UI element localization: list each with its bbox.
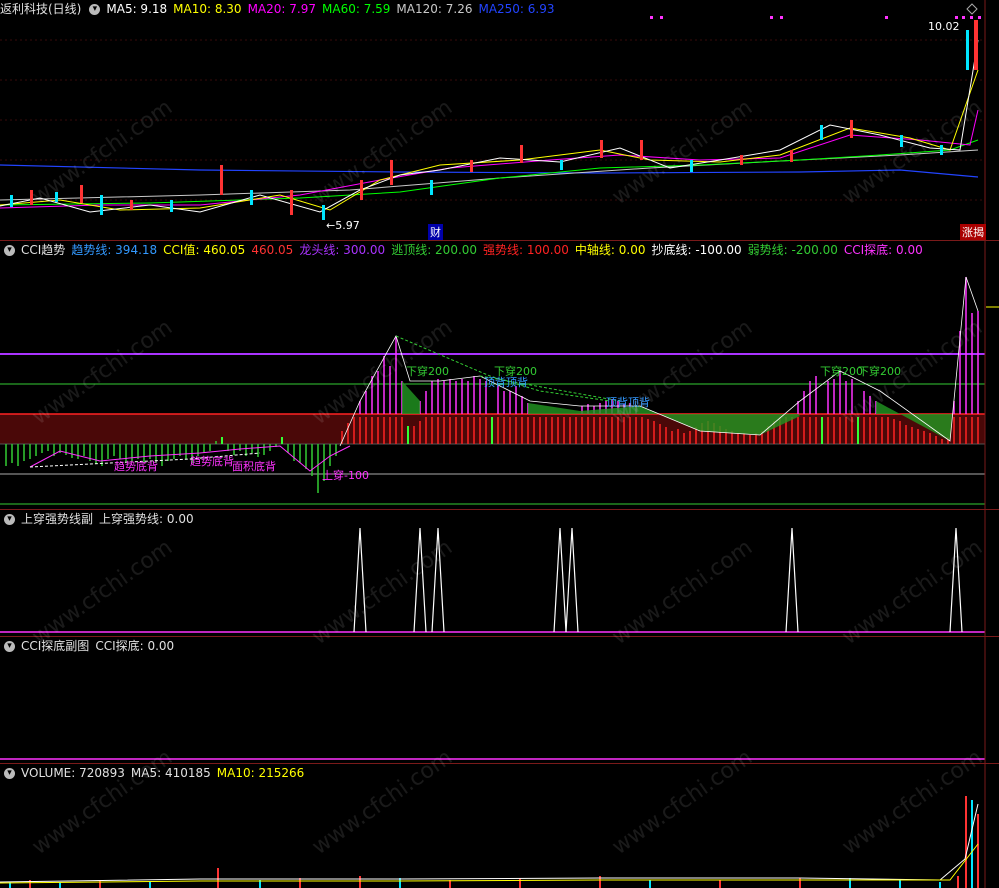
volume-ma10-line	[0, 843, 979, 884]
annotation-top-divergence-1: 顶背顶背	[484, 376, 528, 389]
annotation-trend-bottom-divergence-2: 趋势底背	[190, 455, 234, 468]
high-price-label: 10.02	[928, 20, 960, 33]
annotation-area-bottom-divergence: 面积底背	[232, 460, 276, 473]
diamond-icon	[966, 3, 978, 15]
cci-probe-chart[interactable]	[0, 637, 999, 763]
cci-panel[interactable]: ▾ CCI趋势 趋势线: 394.18 CCI值: 460.05 460.05 龙头线: …	[0, 241, 999, 509]
ma10-line	[0, 69, 979, 211]
cci-bars-left	[5, 441, 337, 493]
annotation-cross-up-100: 上穿-100	[322, 469, 369, 482]
ma120-line	[0, 149, 979, 201]
annotation-trend-bottom-divergence-1: 趋势底背	[114, 460, 158, 473]
ma250-line	[0, 164, 979, 178]
low-price-label: ←5.97	[326, 219, 360, 232]
annotation-down200-3: 下穿200	[820, 365, 863, 378]
cai-marker[interactable]: 财	[428, 224, 443, 240]
volume-bars	[9, 796, 979, 888]
zhangting-marker[interactable]: 涨揭	[960, 224, 986, 240]
volume-ma5-line	[0, 803, 979, 883]
cci-probe-panel[interactable]: ▾ CCI探底副图 CCI探底: 0.00	[0, 637, 999, 763]
top-markers	[650, 16, 981, 19]
low-price-value: 5.97	[335, 219, 360, 232]
